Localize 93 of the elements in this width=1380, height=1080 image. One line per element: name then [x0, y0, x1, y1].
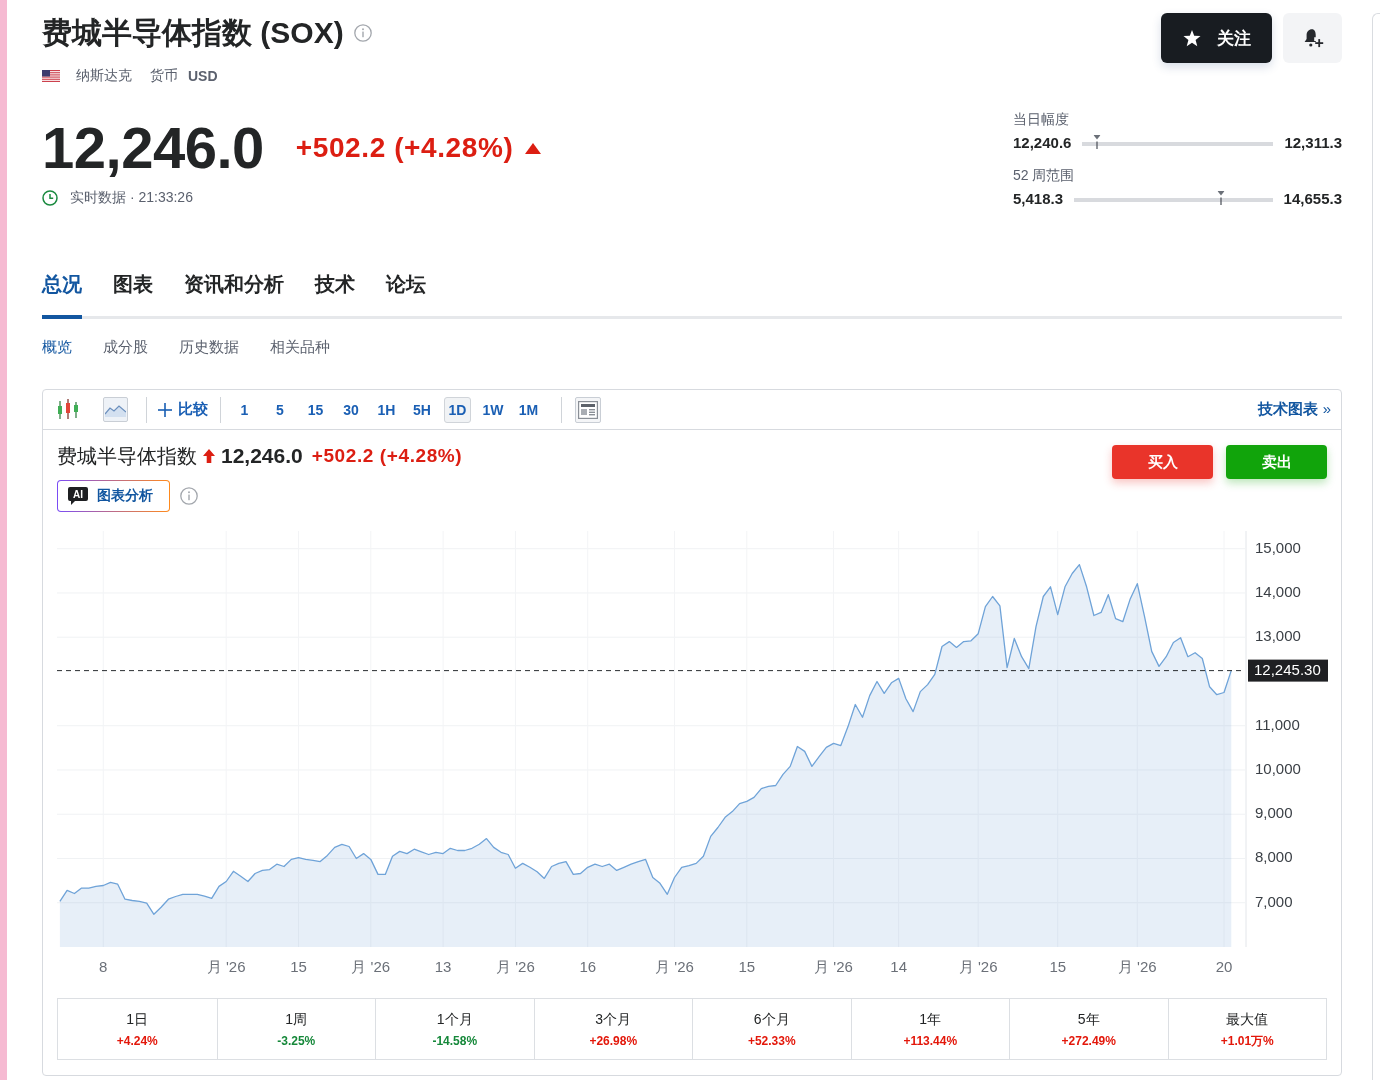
buy-button[interactable]: 买入	[1112, 445, 1213, 479]
index-title: 费城半导体指数 (SOX)	[42, 15, 344, 51]
period-change: +26.98%	[589, 1033, 638, 1049]
x-axis-label: 月 '26	[958, 958, 998, 975]
subsection-tab[interactable]: 相关品种	[270, 337, 330, 357]
y-axis-label: 10,000	[1255, 759, 1301, 777]
chart-type-button[interactable]	[103, 397, 128, 422]
x-axis-label: 月 '26	[351, 958, 391, 975]
interval-button[interactable]: 1W	[479, 396, 507, 423]
view-toggle-button[interactable]	[575, 396, 601, 423]
follow-button[interactable]: 关注	[1161, 13, 1272, 63]
range-high: 12,311.3	[1284, 133, 1342, 151]
x-axis-label: 14	[890, 958, 907, 975]
range-label: 52 周范围	[1013, 166, 1076, 184]
period-label: 1日	[126, 1010, 149, 1028]
section-tab[interactable]: 技术	[315, 271, 355, 319]
interval-button[interactable]: 30	[337, 396, 365, 423]
flag-icon	[42, 70, 60, 82]
subsection-tab[interactable]: 成分股	[103, 337, 148, 357]
subsection-tab[interactable]: 历史数据	[179, 337, 239, 357]
last-price: 12,246.0	[42, 118, 264, 178]
y-axis-label: 11,000	[1255, 715, 1300, 733]
period-label: 1周	[285, 1010, 308, 1028]
period-label: 1年	[919, 1010, 942, 1028]
ai-chart-analysis-button[interactable]: AI 图表分析	[57, 480, 170, 512]
section-tab[interactable]: 资讯和分析	[184, 271, 284, 319]
realtime-status: 实时数据 · 21:33:26	[70, 189, 193, 207]
compare-button[interactable]: 比较	[158, 400, 208, 419]
interval-button[interactable]: 1	[231, 396, 258, 423]
chart-price-change: +502.2 (+4.28%)	[311, 445, 463, 467]
period-label: 5年	[1077, 1010, 1100, 1028]
range-low: 12,240.6	[1013, 133, 1072, 151]
interval-button[interactable]: 1H	[373, 396, 400, 423]
period-change: +272.49%	[1061, 1033, 1116, 1049]
chart-type-button[interactable]	[55, 397, 80, 422]
range-label: 当日幅度	[1013, 110, 1070, 128]
y-axis-label: 7,000	[1255, 892, 1293, 910]
info-icon[interactable]	[353, 24, 372, 42]
section-tab[interactable]: 图表	[113, 271, 153, 319]
period-label: 6个月	[753, 1010, 790, 1028]
period-label: 3个月	[595, 1010, 632, 1028]
section-tab[interactable]: 总况	[42, 271, 82, 319]
exchange-name: 纳斯达克	[76, 67, 132, 85]
price-change: +502.2 (+4.28%)	[295, 132, 514, 164]
x-axis-label: 月 '26	[206, 958, 246, 975]
plus-icon	[158, 402, 172, 417]
section-tab[interactable]: 论坛	[386, 271, 426, 319]
interval-button[interactable]: 5	[266, 396, 294, 423]
technical-chart-link[interactable]: 技术图表 »	[1258, 400, 1331, 419]
period-change: -14.58%	[432, 1033, 478, 1049]
ref-line-label: 12,245.30	[1254, 660, 1321, 678]
star-icon	[1182, 29, 1201, 47]
x-axis-label: 8	[99, 958, 108, 975]
range-low: 5,418.3	[1013, 189, 1064, 207]
period-label: 1个月	[436, 1010, 473, 1028]
info-icon[interactable]	[180, 487, 198, 505]
y-axis-label: 8,000	[1255, 848, 1293, 866]
candlestick-icon	[56, 398, 79, 421]
x-axis-label: 16	[579, 958, 597, 975]
chart-index-name: 费城半导体指数	[57, 443, 197, 469]
ai-badge: AI	[68, 487, 88, 505]
x-axis-label: 15	[738, 958, 756, 975]
interval-button[interactable]: 5H	[408, 396, 436, 423]
y-axis-label: 15,000	[1255, 538, 1301, 556]
alert-button[interactable]	[1283, 13, 1342, 63]
x-axis-label: 15	[1049, 958, 1067, 975]
subsection-tab[interactable]: 概览	[42, 337, 72, 357]
x-axis-label: 月 '26	[1117, 958, 1157, 975]
interval-button[interactable]: 1M	[515, 396, 542, 423]
document-icon	[578, 400, 598, 419]
period-change: -3.25%	[277, 1033, 316, 1049]
interval-button[interactable]: 1D	[444, 396, 471, 423]
range-high: 14,655.3	[1283, 189, 1342, 207]
interval-button[interactable]: 15	[302, 396, 329, 423]
currency-label: 货币	[150, 67, 178, 85]
period-change: +4.24%	[116, 1033, 158, 1049]
x-axis-label: 13	[434, 958, 452, 975]
period-change: +1.01万%	[1220, 1033, 1274, 1049]
period-change: +52.33%	[747, 1033, 796, 1049]
period-label: 最大值	[1226, 1010, 1269, 1028]
x-axis-label: 月 '26	[655, 958, 694, 975]
price-tag: 12,245.30	[1248, 659, 1328, 682]
period-change: +113.44%	[903, 1033, 958, 1049]
y-axis-label: 9,000	[1255, 804, 1293, 822]
y-axis-label: 13,000	[1255, 627, 1301, 645]
x-axis-label: 月 '26	[814, 958, 853, 975]
clock-icon	[42, 190, 58, 206]
x-axis-label: 月 '26	[496, 958, 535, 975]
x-axis-label: 20	[1215, 958, 1233, 975]
currency-code: USD	[188, 68, 218, 84]
chart-price: 12,246.0	[221, 444, 303, 468]
x-axis-label: 15	[290, 958, 307, 975]
y-axis-label: 14,000	[1255, 582, 1301, 600]
